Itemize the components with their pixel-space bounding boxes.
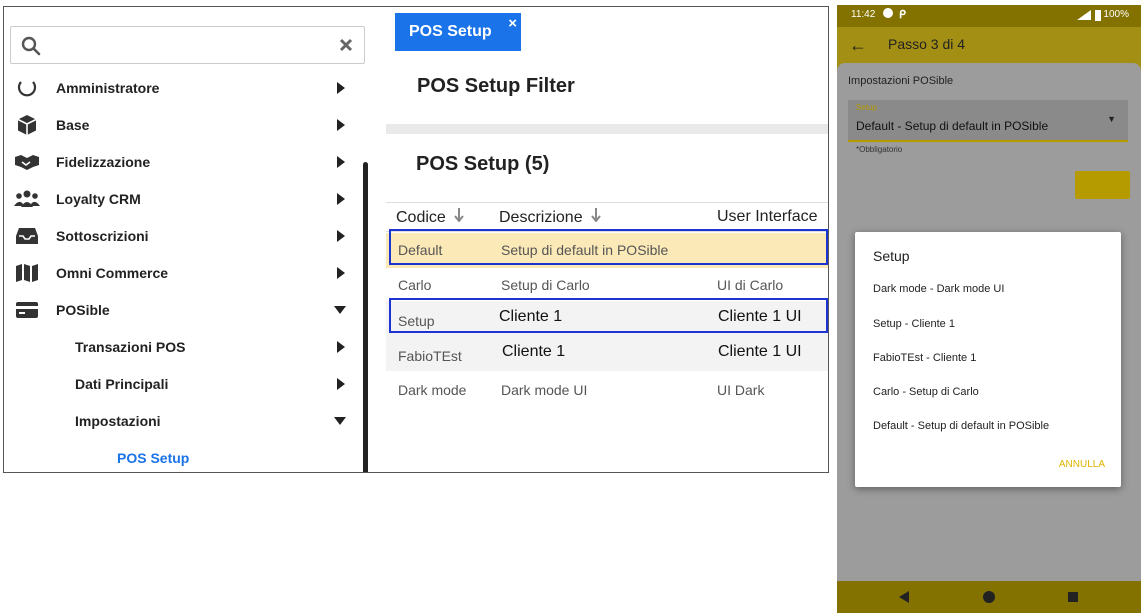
menu-item-sottoscrizioni[interactable]: Sottoscrizioni xyxy=(4,218,364,254)
signal-icon xyxy=(1077,10,1091,20)
select-value: Default - Setup di default in POSible xyxy=(856,119,1049,133)
dialog-option[interactable]: Setup - Cliente 1 xyxy=(873,318,955,330)
setup-title: POS Setup (5) xyxy=(416,153,550,175)
menu-item-label: Impostazioni xyxy=(75,413,161,429)
caret-right-icon xyxy=(337,378,345,390)
required-hint: *Obbligatorio xyxy=(856,145,903,154)
status-battery: 100% xyxy=(1103,9,1129,20)
circle-icon xyxy=(14,77,40,99)
menu-item-label: Transazioni POS xyxy=(75,339,186,355)
android-nav-bar xyxy=(837,581,1141,613)
tab-label: POS Setup xyxy=(409,23,492,40)
menu-item-label: Base xyxy=(56,117,90,133)
menu-item-dati-principali[interactable]: Dati Principali xyxy=(4,366,364,402)
caret-right-icon xyxy=(337,267,345,279)
menu-item-impostazioni[interactable]: Impostazioni xyxy=(4,403,364,439)
menu-item-base[interactable]: Base xyxy=(4,107,364,143)
app-bar: ← Passo 3 di 4 xyxy=(837,27,1141,63)
close-icon[interactable]: × xyxy=(508,15,517,32)
sidebar-scrollbar[interactable] xyxy=(363,162,368,472)
app-title: Passo 3 di 4 xyxy=(888,36,966,52)
clear-search-icon[interactable] xyxy=(339,38,353,52)
menu-item-fidelizzazione[interactable]: Fidelizzazione xyxy=(4,144,364,180)
search-box[interactable] xyxy=(10,26,365,64)
column-header-descrizione[interactable]: Descrizione xyxy=(499,208,601,227)
app-notification-icon: ᑭ xyxy=(899,9,906,21)
dialog-title: Setup xyxy=(873,248,910,264)
status-time: 11:42 xyxy=(851,9,876,20)
dialog-option[interactable]: Dark mode - Dark mode UI xyxy=(873,283,1004,295)
menu-item-label: Amministratore xyxy=(56,80,160,96)
setup-dialog: Setup Dark mode - Dark mode UI Setup - C… xyxy=(855,232,1121,487)
caret-down-icon xyxy=(334,417,346,425)
caret-right-icon xyxy=(337,230,345,242)
desktop-window: Amministratore Base Fidelizzazione Loyal… xyxy=(3,6,829,473)
menu-item-amministratore[interactable]: Amministratore xyxy=(4,70,364,106)
caret-right-icon xyxy=(337,119,345,131)
phone-screen: 11:42 ᑭ 100% ← Passo 3 di 4 Impostazioni… xyxy=(837,5,1141,613)
dialog-option[interactable]: FabioTEst - Cliente 1 xyxy=(873,352,976,364)
column-header-user-interface[interactable]: User Interface xyxy=(717,208,817,226)
nav-recents-icon[interactable] xyxy=(1068,592,1078,602)
back-arrow-icon[interactable]: ← xyxy=(849,35,867,56)
highlight-outline xyxy=(389,229,828,265)
menu-item-label: POSible xyxy=(56,302,110,318)
menu-item-label-active: POS Setup xyxy=(117,450,190,466)
battery-icon xyxy=(1095,10,1101,21)
filter-title: POS Setup Filter xyxy=(417,75,575,97)
status-bar: 11:42 ᑭ 100% xyxy=(837,5,1141,27)
cancel-button[interactable]: ANNULLA xyxy=(1059,459,1105,470)
dialog-option[interactable]: Default - Setup di default in POSible xyxy=(873,420,1049,432)
menu-item-label: Fidelizzazione xyxy=(56,154,151,170)
menu-item-label: Sottoscrizioni xyxy=(56,228,149,244)
next-button[interactable] xyxy=(1075,171,1130,199)
caret-right-icon xyxy=(337,193,345,205)
users-icon xyxy=(14,188,40,210)
setup-select[interactable]: Setup Default - Setup di default in POSi… xyxy=(848,100,1128,142)
menu-item-omni-commerce[interactable]: Omni Commerce xyxy=(4,255,364,291)
map-icon xyxy=(14,262,40,284)
caret-right-icon xyxy=(337,341,345,353)
sidebar: Amministratore Base Fidelizzazione Loyal… xyxy=(4,7,374,472)
sort-arrow-icon xyxy=(454,208,465,223)
menu-item-loyalty-crm[interactable]: Loyalty CRM xyxy=(4,181,364,217)
menu-item-posible[interactable]: POSible xyxy=(4,292,364,328)
search-icon xyxy=(21,36,41,56)
menu-item-transazioni-pos[interactable]: Transazioni POS xyxy=(4,329,364,365)
caret-right-icon xyxy=(337,82,345,94)
caret-right-icon xyxy=(337,156,345,168)
dialog-option[interactable]: Carlo - Setup di Carlo xyxy=(873,386,979,398)
caret-down-icon: ▼ xyxy=(1107,114,1116,124)
nav-back-icon[interactable] xyxy=(898,591,910,603)
credit-card-icon xyxy=(14,299,40,321)
tab-pos-setup[interactable]: POS Setup × xyxy=(395,13,521,51)
phone-body: Impostazioni POSible Setup Default - Set… xyxy=(837,63,1141,581)
menu-item-label: Omni Commerce xyxy=(56,265,169,281)
section-divider xyxy=(386,124,828,134)
table-row[interactable]: FabioTEst Cliente 1 Cliente 1 UI xyxy=(386,336,828,371)
select-label: Setup xyxy=(856,103,877,112)
menu-item-pos-setup[interactable]: POS Setup xyxy=(4,440,364,472)
table-header: Codice Descrizione User Interface xyxy=(386,202,828,232)
inbox-icon xyxy=(14,225,40,247)
section-title: Impostazioni POSible xyxy=(848,75,954,87)
notification-dot-icon xyxy=(883,8,893,18)
nav-home-icon[interactable] xyxy=(983,591,995,603)
caret-down-icon xyxy=(334,306,346,314)
main-content: POS Setup × POS Setup Filter POS Setup (… xyxy=(386,7,828,472)
handshake-icon xyxy=(14,151,40,173)
highlight-outline xyxy=(389,298,828,333)
menu-item-label: Loyalty CRM xyxy=(56,191,141,207)
table-row[interactable]: Dark mode Dark mode UI UI Dark xyxy=(386,371,828,406)
sort-arrow-icon xyxy=(591,208,601,223)
column-header-codice[interactable]: Codice xyxy=(396,208,465,227)
menu-item-label: Dati Principali xyxy=(75,376,169,392)
box-icon xyxy=(14,114,40,136)
